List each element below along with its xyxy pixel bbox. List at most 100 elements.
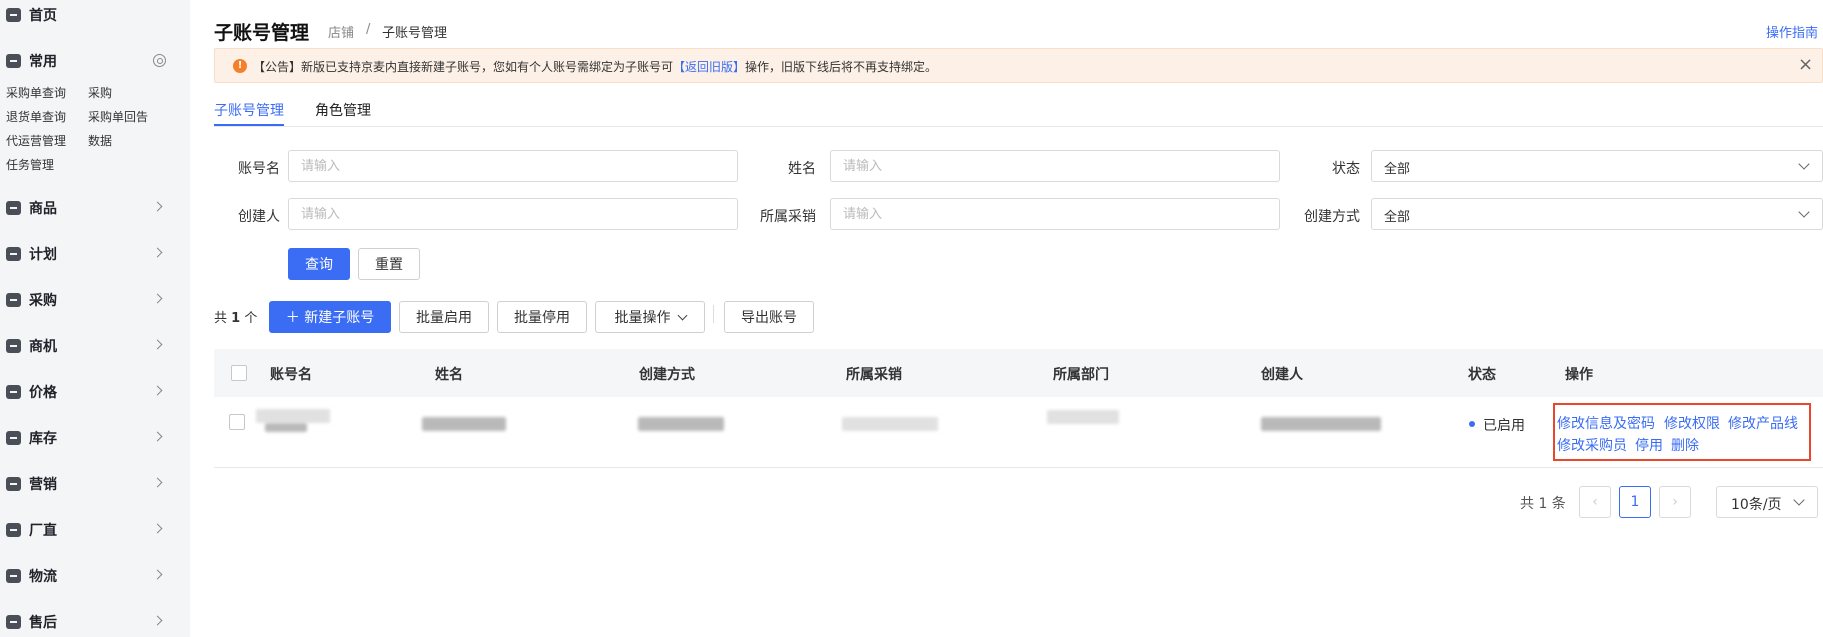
- sidebar-item-logistics[interactable]: 物流: [0, 561, 190, 591]
- page-1-button[interactable]: 1: [1619, 486, 1651, 518]
- export-accounts-button[interactable]: 导出账号: [724, 301, 814, 333]
- chevron-right-icon: [152, 385, 163, 396]
- batch-operations-label: 批量操作: [614, 310, 671, 326]
- sidebar-item-opportunity[interactable]: 商机: [0, 331, 190, 361]
- breadcrumb-current: 子账号管理: [382, 26, 448, 41]
- tab-divider: [214, 126, 1823, 127]
- chevron-right-icon: [152, 569, 163, 580]
- method-select[interactable]: 全部: [1371, 198, 1823, 230]
- sidebar-item-label: 物流: [29, 569, 57, 585]
- truck-icon: [6, 569, 21, 583]
- quick-link-po-query[interactable]: 采购单查询: [6, 84, 66, 101]
- redacted-department: [1047, 410, 1119, 424]
- col-buyer: 所属采销: [846, 367, 902, 383]
- col-status: 状态: [1468, 367, 1496, 383]
- sidebar-item-label: 营销: [29, 477, 57, 493]
- marketing-icon: [6, 477, 21, 491]
- sidebar-item-purchase[interactable]: 采购: [0, 285, 190, 315]
- edit-product-line-link[interactable]: 修改产品线: [1728, 413, 1798, 433]
- sidebar-item-label: 售后: [29, 615, 57, 631]
- quick-link-purchase[interactable]: 采购: [88, 84, 112, 101]
- col-name: 姓名: [435, 367, 463, 383]
- creator-label: 创建人: [238, 209, 280, 225]
- chevron-right-icon: [152, 201, 163, 212]
- account-label: 账号名: [238, 161, 280, 177]
- row-checkbox[interactable]: [229, 414, 245, 430]
- quick-link-po-reply[interactable]: 采购单回告: [88, 108, 148, 125]
- quick-link-data[interactable]: 数据: [88, 132, 112, 149]
- price-icon: [6, 385, 21, 399]
- chevron-right-icon: [152, 431, 163, 442]
- edit-buyer-link[interactable]: 修改采购员: [1557, 435, 1627, 455]
- divider: [713, 305, 714, 323]
- batch-operations-dropdown[interactable]: 批量操作: [595, 301, 705, 333]
- select-all-checkbox[interactable]: [231, 365, 247, 381]
- quick-link-agency[interactable]: 代运营管理: [6, 132, 66, 149]
- quick-link-tasks[interactable]: 任务管理: [6, 156, 54, 173]
- disable-link[interactable]: 停用: [1635, 435, 1663, 455]
- col-create-method: 创建方式: [639, 367, 695, 383]
- tab-roles[interactable]: 角色管理: [315, 100, 371, 120]
- batch-disable-button[interactable]: 批量停用: [497, 301, 587, 333]
- chevron-down-icon: [677, 310, 687, 320]
- sidebar-item-label: 常用: [29, 54, 57, 70]
- settings-icon[interactable]: [153, 54, 166, 67]
- redacted-buyer: [842, 417, 938, 431]
- col-account: 账号名: [270, 367, 312, 383]
- method-label: 创建方式: [1304, 209, 1360, 225]
- edit-info-password-link[interactable]: 修改信息及密码: [1557, 413, 1655, 433]
- warning-icon: !: [233, 59, 247, 73]
- sidebar: 首页 常用 采购单查询 采购 退货单查询 采购单回告 代运营管理 数据 任务管理…: [0, 0, 190, 637]
- sidebar-item-aftersales[interactable]: 售后: [0, 607, 190, 637]
- return-old-version-link[interactable]: 【返回旧版】: [673, 60, 745, 74]
- chevron-right-icon: [152, 247, 163, 258]
- name-input[interactable]: [830, 150, 1280, 182]
- chart-icon: [6, 431, 21, 445]
- method-select-value: 全部: [1384, 210, 1411, 225]
- query-button[interactable]: 查询: [288, 248, 350, 280]
- total-suffix: 个: [244, 311, 258, 326]
- goods-icon: [6, 201, 21, 215]
- account-input[interactable]: [288, 150, 738, 182]
- sidebar-item-price[interactable]: 价格: [0, 377, 190, 407]
- status-select-value: 全部: [1384, 162, 1411, 177]
- next-page-button[interactable]: ›: [1659, 486, 1691, 518]
- sidebar-item-goods[interactable]: 商品: [0, 193, 190, 223]
- creator-input[interactable]: [288, 198, 738, 230]
- purchase-icon: [6, 293, 21, 307]
- sidebar-item-marketing[interactable]: 营销: [0, 469, 190, 499]
- delete-link[interactable]: 删除: [1671, 435, 1699, 455]
- row-divider: [214, 467, 1823, 468]
- sidebar-item-label: 计划: [29, 247, 57, 263]
- breadcrumb-store[interactable]: 店铺: [328, 22, 354, 41]
- quick-link-return-query[interactable]: 退货单查询: [6, 108, 66, 125]
- page-size-select[interactable]: 10条/页: [1716, 486, 1818, 518]
- chevron-right-icon: [152, 339, 163, 350]
- sidebar-item-inventory[interactable]: 库存: [0, 423, 190, 453]
- edit-permissions-link[interactable]: 修改权限: [1664, 413, 1720, 433]
- plan-icon: [6, 247, 21, 261]
- sidebar-item-home[interactable]: 首页: [0, 0, 190, 30]
- total-count: 共 1 个: [214, 307, 257, 326]
- status-select[interactable]: 全部: [1371, 150, 1823, 182]
- redacted-account-sub: [265, 423, 307, 432]
- prev-page-button[interactable]: ‹: [1579, 486, 1611, 518]
- new-subaccount-button[interactable]: ＋ 新建子账号: [269, 301, 391, 333]
- sidebar-item-common[interactable]: 常用: [0, 46, 190, 76]
- sidebar-item-label: 价格: [29, 385, 57, 401]
- tab-subaccount[interactable]: 子账号管理: [214, 100, 284, 120]
- redacted-name: [422, 417, 506, 431]
- location-icon: [6, 339, 21, 353]
- buyer-input[interactable]: [830, 198, 1280, 230]
- sidebar-item-factory[interactable]: 厂直: [0, 515, 190, 545]
- guide-link[interactable]: 操作指南: [1766, 22, 1818, 41]
- batch-enable-button[interactable]: 批量启用: [399, 301, 489, 333]
- sidebar-item-plan[interactable]: 计划: [0, 239, 190, 269]
- reset-button[interactable]: 重置: [358, 248, 420, 280]
- sidebar-item-label: 厂直: [29, 523, 57, 539]
- close-icon[interactable]: ×: [1798, 56, 1813, 74]
- redacted-create-method: [638, 417, 724, 431]
- sidebar-item-label: 商机: [29, 339, 57, 355]
- redacted-creator: [1261, 417, 1381, 431]
- page-title: 子账号管理: [214, 22, 310, 44]
